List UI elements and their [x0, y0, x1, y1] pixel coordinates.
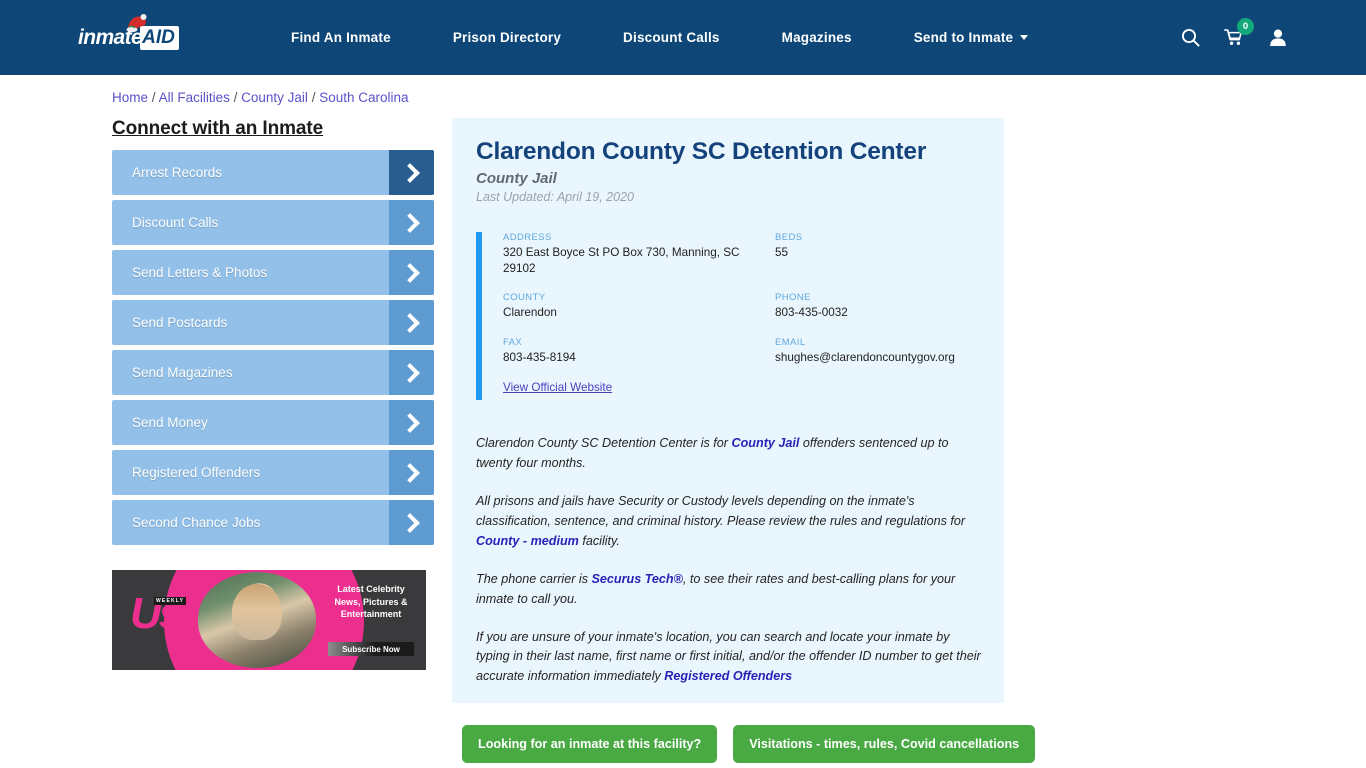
- breadcrumb-item-all-facilities[interactable]: All Facilities: [159, 90, 230, 105]
- main-content: Clarendon County SC Detention Center Cou…: [434, 118, 1366, 764]
- sidebar-item-arrest-records[interactable]: Arrest Records: [112, 150, 434, 196]
- facility-description: Clarendon County SC Detention Center is …: [476, 434, 982, 687]
- logo-aid-badge: AID: [140, 25, 179, 50]
- description-paragraph-1: Clarendon County SC Detention Center is …: [476, 434, 982, 474]
- logo-wordmark: inmate: [78, 26, 143, 49]
- info-field-phone: PHONE 803-435-0032: [775, 292, 982, 321]
- sidebar-item-label: Discount Calls: [132, 215, 219, 231]
- view-official-website-link[interactable]: View Official Website: [503, 381, 612, 394]
- ad-subscribe-button[interactable]: Subscribe Now: [328, 642, 414, 657]
- visitation-info-button[interactable]: Visitations - times, rules, Covid cancel…: [733, 725, 1036, 764]
- link-county-jail[interactable]: County Jail: [732, 436, 800, 450]
- nav-item-prison-directory[interactable]: Prison Directory: [422, 30, 592, 45]
- info-label: BEDS: [775, 232, 803, 244]
- description-paragraph-3: The phone carrier is Securus Tech®, to s…: [476, 570, 982, 610]
- info-field-email: EMAIL shughes@clarendoncountygov.org: [775, 337, 982, 366]
- description-paragraph-2: All prisons and jails have Security or C…: [476, 492, 982, 552]
- advertisement-banner[interactable]: Us WEEKLY Latest Celebrity News, Picture…: [112, 570, 426, 671]
- chevron-right-icon: [389, 500, 434, 546]
- info-value: 803-435-8194: [503, 350, 576, 364]
- info-field-fax: FAX 803-435-8194: [503, 337, 775, 366]
- sidebar-item-discount-calls[interactable]: Discount Calls: [112, 200, 434, 246]
- ad-brand-sublabel: WEEKLY: [154, 597, 187, 606]
- sidebar-title: Connect with an Inmate: [112, 118, 324, 140]
- chevron-right-icon: [389, 150, 434, 196]
- header-icon-group: 0: [1168, 0, 1300, 75]
- sidebar-item-registered-offenders[interactable]: Registered Offenders: [112, 450, 434, 496]
- main-navigation: Find An Inmate Prison Directory Discount…: [260, 30, 1059, 45]
- sidebar-item-label: Send Money: [132, 415, 208, 431]
- info-value: 803-435-0032: [775, 306, 848, 320]
- desc-text: Clarendon County SC Detention Center is …: [476, 436, 732, 451]
- breadcrumb-separator: /: [151, 90, 156, 105]
- sidebar-item-send-postcards[interactable]: Send Postcards: [112, 300, 434, 346]
- chevron-right-icon: [389, 400, 434, 446]
- link-registered-offenders[interactable]: Registered Offenders: [664, 669, 792, 683]
- info-field-beds: BEDS 55: [775, 232, 982, 276]
- sidebar-item-label: Send Postcards: [132, 315, 228, 331]
- cart-icon[interactable]: 0: [1212, 16, 1256, 60]
- desc-text: The phone carrier is: [476, 571, 592, 586]
- nav-item-send-to-inmate[interactable]: Send to Inmate: [883, 30, 1060, 45]
- breadcrumb: Home / All Facilities / County Jail / So…: [112, 90, 1366, 106]
- desc-text: facility.: [578, 533, 620, 548]
- page-title: Clarendon County SC Detention Center: [476, 138, 927, 166]
- chevron-right-icon: [389, 250, 434, 296]
- site-header: inmate AID Find An Inmate Prison Directo…: [0, 0, 1366, 75]
- search-icon[interactable]: [1168, 16, 1212, 60]
- info-field-address: ADDRESS 320 East Boyce St PO Box 730, Ma…: [503, 232, 775, 276]
- info-label: COUNTY: [503, 292, 546, 304]
- sidebar-item-label: Registered Offenders: [132, 465, 261, 481]
- breadcrumb-item-county-jail[interactable]: County Jail: [241, 90, 308, 105]
- facility-info-grid: ADDRESS 320 East Boyce St PO Box 730, Ma…: [503, 232, 982, 365]
- cart-count-badge: 0: [1237, 17, 1254, 35]
- info-label: FAX: [503, 336, 523, 348]
- sidebar-item-send-letters-photos[interactable]: Send Letters & Photos: [112, 250, 434, 296]
- info-value: 55: [775, 246, 789, 260]
- link-securus-tech[interactable]: Securus Tech®: [592, 572, 683, 586]
- description-paragraph-4: If you are unsure of your inmate's locat…: [476, 628, 982, 688]
- sidebar: Connect with an Inmate Arrest Records Di…: [112, 118, 434, 763]
- facility-info-block: ADDRESS 320 East Boyce St PO Box 730, Ma…: [476, 232, 982, 401]
- breadcrumb-item-south-carolina[interactable]: South Carolina: [319, 90, 408, 105]
- sidebar-item-send-money[interactable]: Send Money: [112, 400, 434, 446]
- ad-photo: [198, 572, 316, 669]
- user-account-icon[interactable]: [1256, 16, 1300, 60]
- nav-item-discount-calls[interactable]: Discount Calls: [592, 30, 751, 45]
- chevron-right-icon: [389, 350, 434, 396]
- sidebar-item-send-magazines[interactable]: Send Magazines: [112, 350, 434, 396]
- sidebar-item-label: Send Letters & Photos: [132, 265, 268, 281]
- accent-bar: [476, 232, 482, 401]
- breadcrumb-separator: /: [311, 90, 316, 105]
- chevron-right-icon: [389, 200, 434, 246]
- info-value: 320 East Boyce St PO Box 730, Manning, S…: [503, 246, 740, 275]
- sidebar-item-second-chance-jobs[interactable]: Second Chance Jobs: [112, 500, 434, 546]
- inmate-search-button[interactable]: Looking for an inmate at this facility?: [462, 725, 718, 764]
- info-label: EMAIL: [775, 336, 806, 348]
- last-updated: Last Updated: April 19, 2020: [476, 190, 634, 205]
- info-label: PHONE: [775, 292, 811, 304]
- info-field-county: COUNTY Clarendon: [503, 292, 775, 321]
- sidebar-item-label: Send Magazines: [132, 365, 233, 381]
- breadcrumb-separator: /: [233, 90, 238, 105]
- sidebar-item-label: Second Chance Jobs: [132, 515, 261, 531]
- info-label: ADDRESS: [503, 232, 552, 244]
- chevron-right-icon: [389, 300, 434, 346]
- content-wrapper: Connect with an Inmate Arrest Records Di…: [0, 118, 1366, 764]
- chevron-right-icon: [389, 450, 434, 496]
- nav-item-magazines[interactable]: Magazines: [751, 30, 883, 45]
- facility-panel: Clarendon County SC Detention Center Cou…: [452, 118, 1004, 704]
- breadcrumb-item-home[interactable]: Home: [112, 90, 148, 105]
- info-value: shughes@clarendoncountygov.org: [775, 350, 955, 364]
- nav-item-find-an-inmate[interactable]: Find An Inmate: [260, 30, 422, 45]
- site-logo[interactable]: inmate AID: [78, 13, 186, 55]
- cta-button-row: Looking for an inmate at this facility? …: [452, 725, 1366, 764]
- page-body: Home / All Facilities / County Jail / So…: [0, 90, 1366, 764]
- facility-type: County Jail: [476, 170, 557, 188]
- desc-text: All prisons and jails have Security or C…: [476, 494, 966, 529]
- link-county-medium[interactable]: County - medium: [476, 534, 579, 548]
- ad-headline: Latest Celebrity News, Pictures & Entert…: [334, 584, 408, 619]
- info-value: Clarendon: [503, 306, 557, 320]
- sidebar-item-label: Arrest Records: [132, 165, 223, 181]
